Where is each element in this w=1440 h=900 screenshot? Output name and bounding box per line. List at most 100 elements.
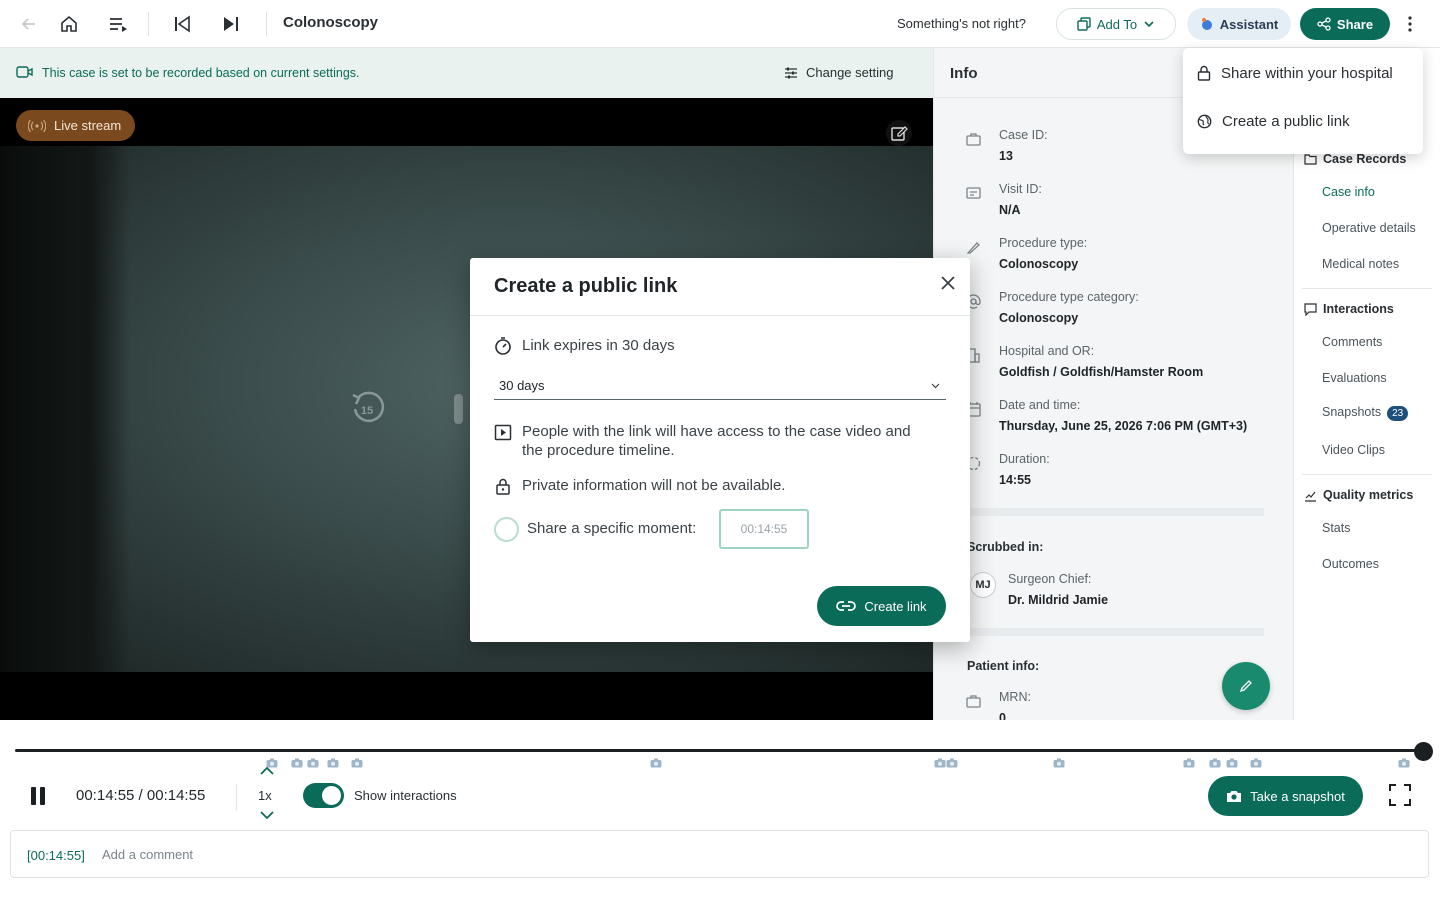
field-label: MRN:: [999, 690, 1031, 704]
speed-up-icon[interactable]: [259, 766, 275, 776]
share-within-hospital-item[interactable]: Share within your hospital: [1197, 53, 1393, 93]
share-moment-label: Share a specific moment:: [527, 520, 697, 537]
nav-item-operative-details[interactable]: Operative details: [1322, 221, 1416, 235]
more-options-icon[interactable]: [1400, 12, 1420, 36]
time-display: 00:14:55 / 00:14:55: [76, 787, 206, 804]
snapshot-marker-icon[interactable]: [1250, 758, 1262, 768]
nav-group-interactions[interactable]: Interactions: [1304, 302, 1394, 316]
nav-group-quality-metrics[interactable]: Quality metrics: [1304, 488, 1413, 502]
snapshot-marker-icon[interactable]: [351, 758, 363, 768]
access-text: People with the link will have access to…: [522, 423, 911, 459]
globe-icon: [1197, 114, 1212, 128]
snapshot-marker-icon[interactable]: [1183, 758, 1195, 768]
edit-icon[interactable]: [886, 120, 912, 146]
top-bar: Colonoscopy Something's not right? Add T…: [0, 0, 1440, 48]
show-interactions-toggle[interactable]: [303, 783, 344, 808]
dialog-header: Create a public link: [470, 258, 970, 316]
snapshot-marker-icon[interactable]: [307, 758, 319, 768]
surgeon-role: Surgeon Chief:: [1008, 572, 1092, 586]
expiry-select[interactable]: 30 days: [494, 374, 946, 400]
snapshot-marker-icon[interactable]: [327, 758, 339, 768]
snapshot-marker-icon[interactable]: [934, 758, 946, 768]
add-to-button[interactable]: Add To: [1056, 8, 1176, 40]
skip-next-icon[interactable]: [219, 12, 243, 36]
live-stream-badge[interactable]: Live stream: [16, 110, 136, 141]
moment-time-input[interactable]: 00:14:55: [719, 509, 809, 549]
briefcase-icon: [966, 133, 981, 146]
field-value: Colonoscopy: [999, 311, 1079, 325]
scrubbed-in-heading: Scrubbed in:: [967, 540, 1044, 554]
speed-down-icon[interactable]: [259, 810, 275, 820]
field-value: Goldfish / Goldfish/Hamster Room: [999, 365, 1204, 379]
lock-icon: [496, 478, 510, 495]
divider: [1302, 474, 1432, 475]
snapshot-marker-icon[interactable]: [650, 758, 662, 768]
patient-info-heading: Patient info:: [967, 659, 1040, 673]
nav-item-comments[interactable]: Comments: [1322, 335, 1382, 349]
timer-icon: [495, 337, 511, 355]
field-value: Thursday, June 25, 2026 7:06 PM (GMT+3): [999, 419, 1248, 433]
nav-group-case-records[interactable]: Case Records: [1304, 152, 1406, 166]
snapshot-marker-icon[interactable]: [291, 758, 303, 768]
rewind-seconds: 15: [361, 405, 373, 417]
snapshot-marker-icon[interactable]: [946, 758, 958, 768]
create-link-button[interactable]: Create link: [817, 586, 946, 626]
nav-item-case-info[interactable]: Case info: [1322, 185, 1375, 199]
divider: [1302, 288, 1432, 289]
chevron-down-icon: [1144, 21, 1154, 28]
expiry-selected-value: 30 days: [499, 378, 545, 393]
player-controls: 00:14:55 / 00:14:55 1x Show interactions…: [0, 720, 1440, 900]
field-value: 13: [999, 149, 1013, 163]
skip-previous-icon[interactable]: [170, 12, 194, 36]
comment-timestamp[interactable]: [00:14:55]: [27, 848, 85, 863]
info-title: Info: [950, 65, 978, 82]
snapshot-marker-icon[interactable]: [1209, 758, 1221, 768]
field-label: Date and time:: [999, 398, 1081, 412]
edit-fab-button[interactable]: [1222, 662, 1270, 710]
nav-item-snapshots[interactable]: Snapshots 23: [1322, 405, 1409, 421]
expiry-info: Link expires in 30 days: [494, 336, 675, 355]
video-drag-handle[interactable]: [454, 394, 463, 424]
share-moment-checkbox[interactable]: [494, 517, 519, 542]
surgeon-name: Dr. Mildrid Jamie: [1008, 593, 1109, 607]
camera-icon: [1227, 791, 1242, 802]
change-setting-button[interactable]: Change setting: [784, 65, 893, 80]
show-interactions-label: Show interactions: [354, 788, 457, 803]
pause-icon[interactable]: [28, 786, 48, 806]
private-text: Private information will not be availabl…: [522, 477, 786, 494]
share-icon: [1317, 17, 1331, 31]
change-setting-label: Change setting: [806, 65, 894, 80]
back-arrow-icon[interactable]: [17, 12, 41, 36]
timeline-knob[interactable]: [1414, 742, 1433, 761]
nav-item-outcomes[interactable]: Outcomes: [1322, 557, 1379, 571]
divider: [934, 508, 1264, 516]
snapshot-marker-icon[interactable]: [1053, 758, 1065, 768]
nav-group-label: Case Records: [1323, 152, 1407, 166]
comment-input[interactable]: Add a comment: [102, 847, 193, 862]
access-info: People with the link will have access to…: [494, 422, 934, 460]
field-label: Case ID:: [999, 128, 1048, 142]
playlist-icon[interactable]: [106, 12, 130, 36]
take-snapshot-button[interactable]: Take a snapshot: [1208, 776, 1363, 816]
comment-box[interactable]: [00:14:55] Add a comment: [10, 830, 1429, 878]
snapshot-marker-icon[interactable]: [1226, 758, 1238, 768]
nav-item-stats[interactable]: Stats: [1322, 521, 1351, 535]
timeline-track[interactable]: [15, 749, 1425, 752]
create-public-link-item[interactable]: Create a public link: [1197, 101, 1350, 141]
field-value: 0: [999, 711, 1006, 720]
close-icon[interactable]: [936, 271, 960, 295]
menu-item-label: Create a public link: [1222, 112, 1350, 130]
chat-bubble-icon: [1304, 302, 1317, 316]
share-button[interactable]: Share: [1300, 8, 1390, 40]
report-issue-link[interactable]: Something's not right?: [897, 16, 1026, 31]
field-label: Procedure type:: [999, 236, 1088, 250]
snapshot-marker-icon[interactable]: [1398, 758, 1410, 768]
dialog-title: Create a public link: [494, 275, 678, 297]
assistant-button[interactable]: Assistant: [1187, 8, 1291, 40]
fullscreen-icon[interactable]: [1389, 784, 1411, 806]
nav-item-medical-notes[interactable]: Medical notes: [1322, 257, 1399, 271]
nav-item-video-clips[interactable]: Video Clips: [1322, 443, 1385, 457]
rewind-15-icon[interactable]: 15: [348, 390, 386, 428]
nav-item-evaluations[interactable]: Evaluations: [1322, 371, 1387, 385]
home-icon[interactable]: [57, 12, 81, 36]
